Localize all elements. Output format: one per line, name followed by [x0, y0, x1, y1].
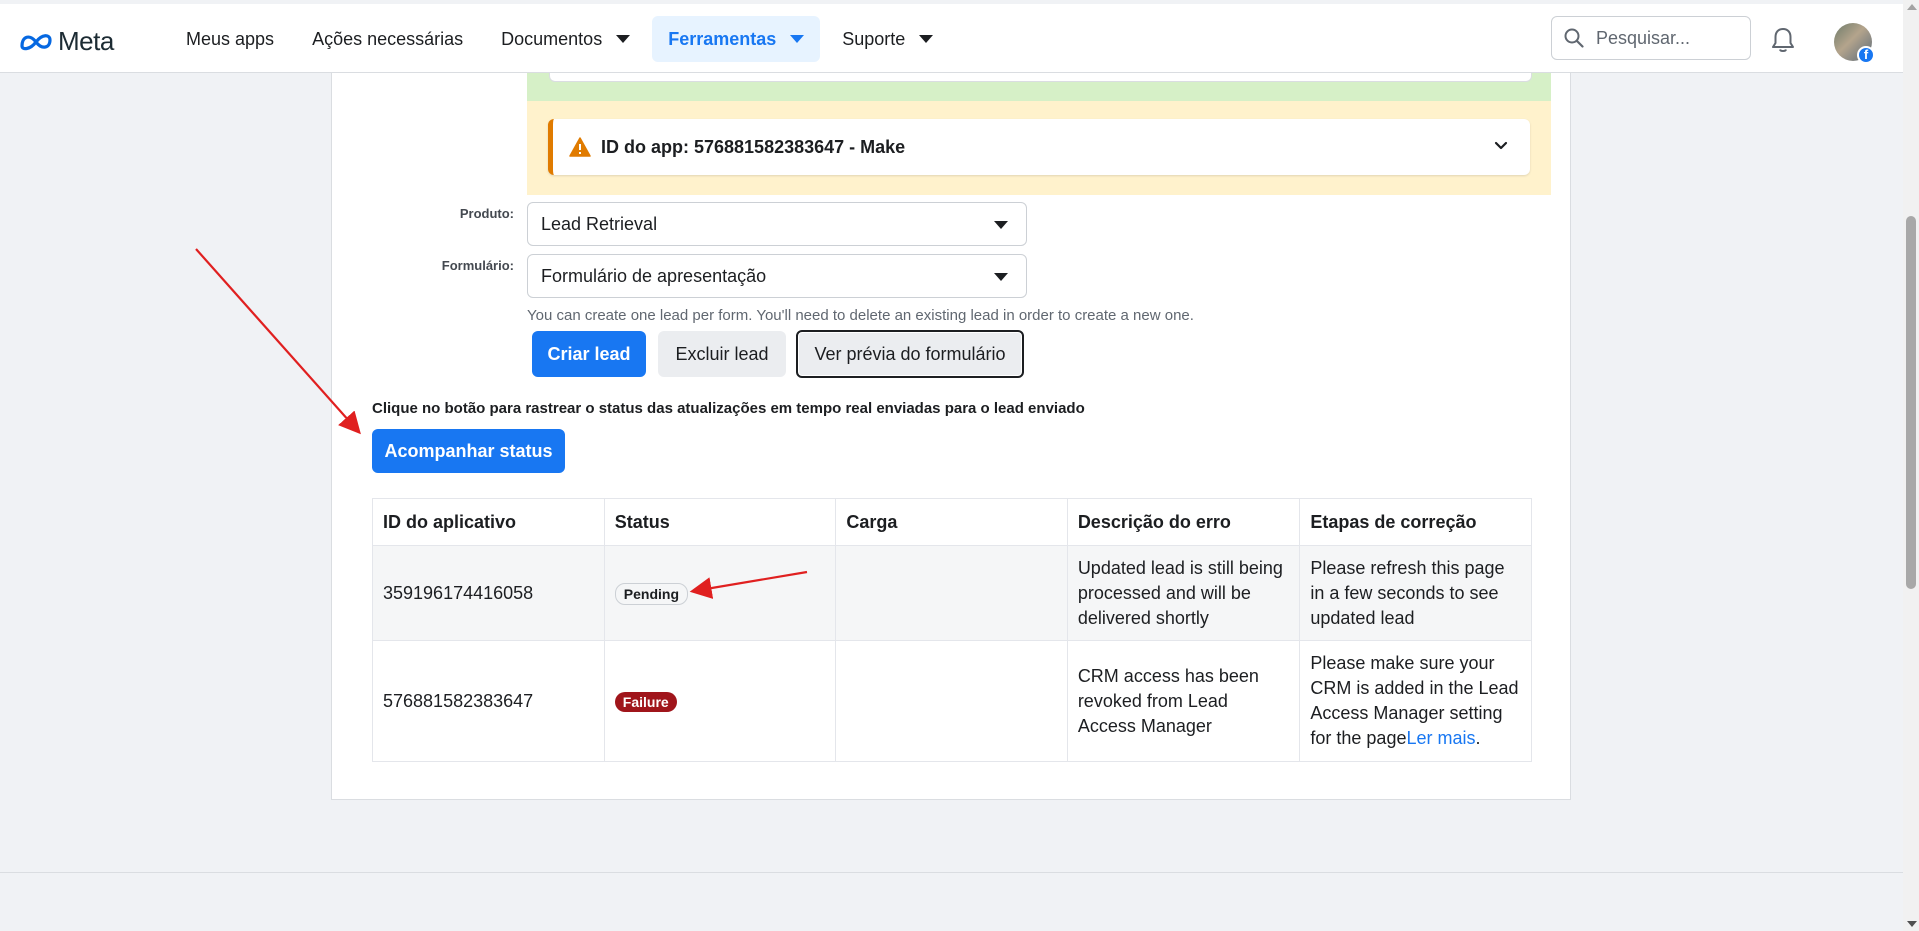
track-status-description: Clique no botão para rastrear o status d…: [372, 400, 1085, 417]
app-warning-accordion[interactable]: ID do app: 576881582383647 - Make: [548, 119, 1530, 175]
form-select[interactable]: Formulário de apresentação: [527, 254, 1027, 298]
table-header-row: ID do aplicativo Status Carga Descrição …: [372, 498, 1532, 546]
cell-fix: Please make sure your CRM is added in th…: [1299, 640, 1532, 762]
nav-label: Suporte: [842, 28, 906, 49]
scroll-down-arrow-icon[interactable]: [1907, 921, 1917, 927]
success-box-bottom: [549, 73, 1532, 82]
create-lead-button[interactable]: Criar lead: [532, 331, 646, 377]
meta-wordmark: Meta: [58, 26, 114, 56]
col-header-payload: Carga: [835, 498, 1068, 546]
cell-payload: [835, 640, 1068, 762]
nav-label: Ferramentas: [668, 28, 777, 49]
col-header-fix: Etapas de correção: [1299, 498, 1532, 546]
status-table: ID do aplicativo Status Carga Descrição …: [372, 498, 1532, 762]
main-nav: Meus apps Ações necessárias Documentos F…: [170, 16, 949, 62]
cell-app-id: 576881582383647: [372, 640, 605, 762]
nav-suporte[interactable]: Suporte: [826, 16, 949, 62]
meta-logo[interactable]: Meta: [20, 26, 114, 57]
preview-form-button[interactable]: Ver prévia do formulário: [796, 330, 1024, 378]
caret-down-icon: [616, 35, 631, 43]
read-more-link[interactable]: Ler mais: [1406, 728, 1475, 748]
cell-fix: Please refresh this page in a few second…: [1299, 545, 1532, 641]
product-select[interactable]: Lead Retrieval: [527, 202, 1027, 246]
cell-status: Failure: [603, 640, 837, 762]
warning-triangle-icon: [569, 137, 591, 157]
search-box[interactable]: [1551, 16, 1751, 60]
page-scrollbar[interactable]: [1903, 0, 1919, 931]
form-selected-value: Formulário de apresentação: [541, 265, 767, 286]
warning-text: ID do app: 576881582383647 - Make: [601, 137, 906, 157]
caret-down-icon: [790, 35, 805, 43]
facebook-badge-icon: f: [1857, 46, 1875, 64]
delete-lead-button[interactable]: Excluir lead: [658, 331, 786, 377]
nav-acoes-necessarias[interactable]: Ações necessárias: [296, 16, 479, 62]
nav-documentos[interactable]: Documentos: [485, 16, 646, 62]
form-label: Formulário:: [441, 258, 514, 273]
caret-down-icon: [994, 221, 1008, 229]
search-icon: [1564, 28, 1584, 48]
status-badge-pending: Pending: [614, 582, 689, 605]
cell-app-id: 359196174416058: [372, 545, 605, 641]
caret-down-icon: [994, 273, 1008, 281]
scroll-up-arrow-icon[interactable]: [1907, 4, 1917, 10]
col-header-app-id: ID do aplicativo: [372, 498, 605, 546]
nav-meus-apps[interactable]: Meus apps: [170, 16, 290, 62]
chevron-down-icon[interactable]: [1494, 141, 1508, 151]
product-selected-value: Lead Retrieval: [541, 213, 658, 234]
caret-down-icon: [919, 35, 934, 43]
nav-label: Documentos: [501, 28, 603, 49]
nav-label: Ações necessárias: [312, 28, 464, 49]
nav-label: Meus apps: [186, 28, 275, 49]
status-badge-failure: Failure: [614, 691, 677, 712]
track-status-button[interactable]: Acompanhar status: [372, 429, 565, 473]
product-label: Produto:: [459, 206, 514, 221]
cell-payload: [835, 545, 1068, 641]
bell-icon[interactable]: [1770, 26, 1796, 54]
table-row: 359196174416058 Pending Updated lead is …: [372, 545, 1532, 641]
footer-divider: [0, 872, 1903, 873]
cell-error: CRM access has been revoked from Lead Ac…: [1066, 640, 1301, 762]
top-navigation-bar: Meta Meus apps Ações necessárias Documen…: [0, 0, 1903, 73]
one-lead-hint: You can create one lead per form. You'll…: [527, 307, 1194, 324]
cell-error: Updated lead is still being processed an…: [1066, 545, 1301, 641]
nav-ferramentas[interactable]: Ferramentas: [652, 16, 821, 62]
scroll-thumb[interactable]: [1906, 216, 1916, 589]
col-header-error: Descrição do erro: [1066, 498, 1301, 546]
meta-infinity-icon: [20, 33, 52, 50]
cell-status: Pending: [603, 545, 837, 641]
table-row: 576881582383647 Failure CRM access has b…: [372, 640, 1532, 762]
search-input[interactable]: [1594, 26, 1738, 50]
col-header-status: Status: [603, 498, 837, 546]
